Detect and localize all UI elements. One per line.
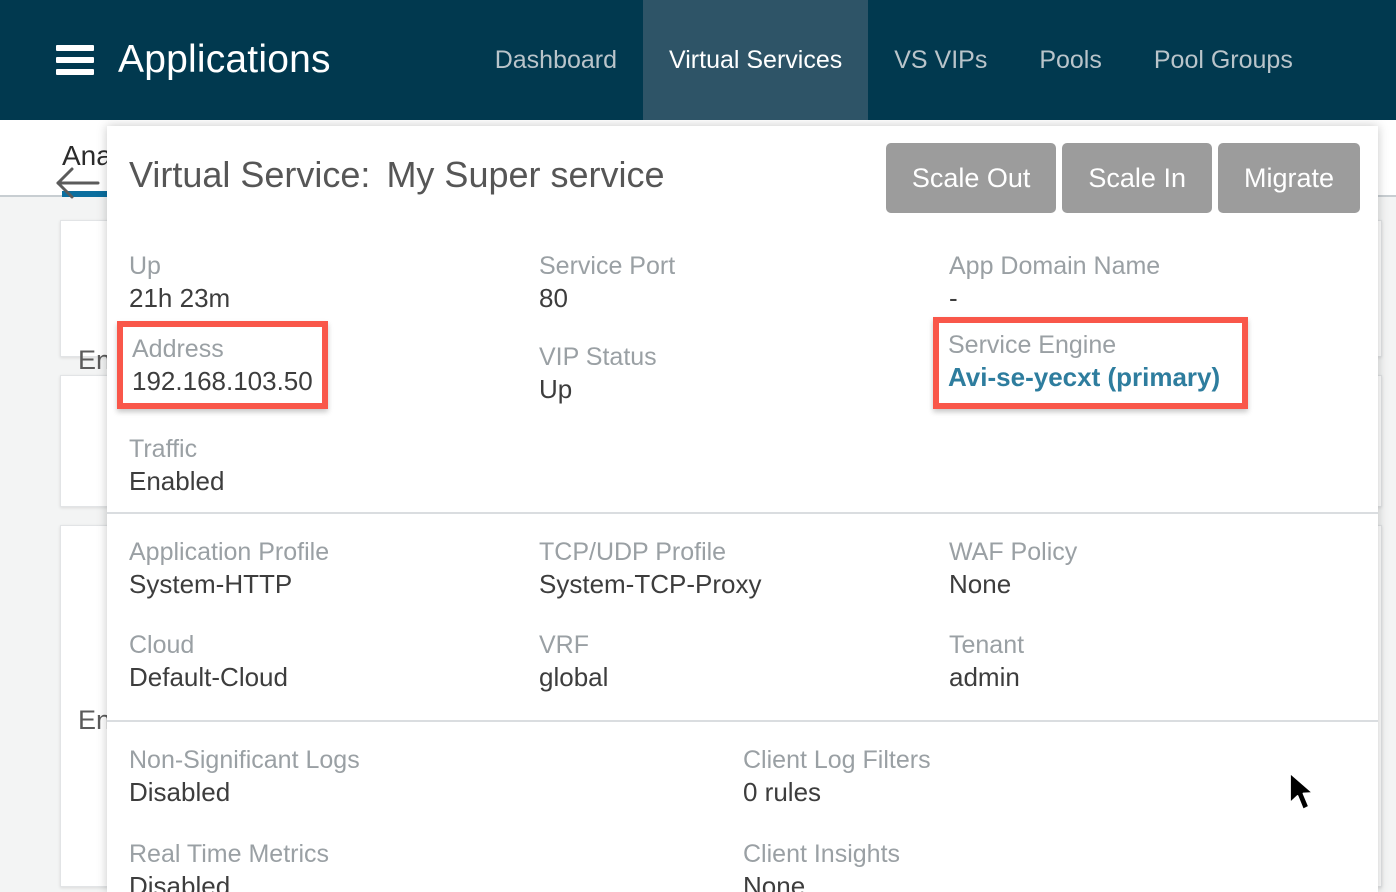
nav-tab-virtual-services[interactable]: Virtual Services [643, 0, 869, 120]
field-client-log-filters: Client Log Filters 0 rules [743, 744, 1356, 809]
field-value: 192.168.103.50 [129, 374, 310, 405]
field-application-profile: Application Profile System-HTTP [129, 536, 539, 601]
field-label: Service Port [539, 252, 676, 280]
field-value: Default-Cloud [129, 662, 288, 693]
field-value: 0 rules [743, 777, 822, 808]
field-value: System-TCP-Proxy [539, 568, 762, 599]
field-value: - [949, 283, 958, 313]
nav-tab-pools[interactable]: Pools [1013, 0, 1128, 120]
field-value: None [949, 568, 1012, 599]
field-traffic: Traffic Enabled [129, 433, 539, 498]
field-waf-policy: WAF Policy None [949, 536, 1356, 601]
field-address: Address 192.168.103.50 [129, 341, 539, 406]
field-label: Cloud [129, 631, 195, 660]
field-label: TCP/UDP Profile [539, 537, 727, 566]
page-title: Virtual Service: My Super service [129, 154, 665, 196]
field-value: 21h 23m [129, 283, 231, 313]
field-label: Tenant [949, 631, 1025, 660]
field-vip-status: VIP Status Up [539, 341, 949, 406]
field-service-port: Service Port 80 [539, 250, 949, 315]
field-value: admin [949, 662, 1020, 693]
field-label: Service Engine [949, 343, 1118, 372]
nav-tab-dashboard[interactable]: Dashboard [469, 0, 643, 120]
field-client-insights: Client Insights None [743, 838, 1356, 892]
migrate-button[interactable]: Migrate [1217, 143, 1360, 213]
field-label: Application Profile [129, 537, 330, 566]
field-label: VRF [539, 631, 589, 660]
info-section-logging: Non-Significant Logs Disabled Client Log… [107, 720, 1378, 892]
field-label: WAF Policy [949, 537, 1078, 566]
page-title-prefix: Virtual Service: [129, 154, 371, 195]
field-label: App Domain Name [949, 252, 1161, 280]
field-label: Traffic [129, 434, 198, 463]
field-cloud: Cloud Default-Cloud [129, 629, 539, 694]
field-service-engine: Service Engine Avi-se-yecxt (primary) [949, 341, 1356, 406]
field-value: None [743, 870, 806, 892]
field-tcp-udp-profile: TCP/UDP Profile System-TCP-Proxy [539, 536, 949, 601]
field-value: 80 [539, 283, 568, 313]
field-label: Client Insights [743, 839, 901, 868]
info-section-overview: Up 21h 23m Service Port 80 App Domain Na… [107, 236, 1378, 512]
field-non-significant-logs: Non-Significant Logs Disabled [129, 744, 743, 809]
field-label: Non-Significant Logs [129, 746, 360, 775]
field-spacer [539, 433, 949, 498]
field-app-domain-name: App Domain Name - [949, 250, 1356, 315]
info-section-profiles: Application Profile System-HTTP TCP/UDP … [107, 511, 1378, 721]
field-label: VIP Status [539, 343, 657, 372]
field-label: Up [129, 252, 161, 280]
field-real-time-metrics: Real Time Metrics Disabled [129, 838, 743, 892]
field-tenant: Tenant admin [949, 629, 1356, 694]
top-navigation-bar: Applications Dashboard Virtual Services … [0, 0, 1396, 120]
panel-header: Virtual Service: My Super service Scale O… [107, 126, 1378, 236]
field-value: Disabled [129, 777, 231, 808]
nav-tab-vs-vips[interactable]: VS VIPs [868, 0, 1013, 120]
field-value: Disabled [129, 870, 231, 892]
field-label: Real Time Metrics [129, 839, 330, 868]
hamburger-menu-icon[interactable] [56, 45, 94, 75]
app-brand-title: Applications [118, 38, 331, 81]
field-value: Up [539, 374, 573, 405]
field-up: Up 21h 23m [129, 250, 539, 315]
brand-zone: Applications [0, 0, 331, 120]
virtual-service-detail-panel: Virtual Service: My Super service Scale O… [107, 126, 1378, 892]
field-vrf: VRF global [539, 629, 949, 694]
back-arrow-icon[interactable] [55, 160, 101, 206]
nav-tab-pool-groups[interactable]: Pool Groups [1128, 0, 1319, 120]
scale-out-button[interactable]: Scale Out [885, 143, 1057, 213]
field-spacer [949, 433, 1356, 498]
field-value: System-HTTP [129, 568, 293, 599]
panel-action-buttons: Scale Out Scale In Migrate [885, 143, 1360, 213]
page-title-name: My Super service [386, 154, 665, 195]
service-engine-link[interactable]: Avi-se-yecxt (primary) [949, 373, 1356, 406]
field-label: Address [129, 343, 221, 372]
field-value: global [539, 662, 609, 693]
nav-tabs: Dashboard Virtual Services VS VIPs Pools… [469, 0, 1319, 120]
field-value: Enabled [129, 465, 225, 496]
field-label: Client Log Filters [743, 746, 931, 775]
scale-in-button[interactable]: Scale In [1062, 143, 1212, 213]
